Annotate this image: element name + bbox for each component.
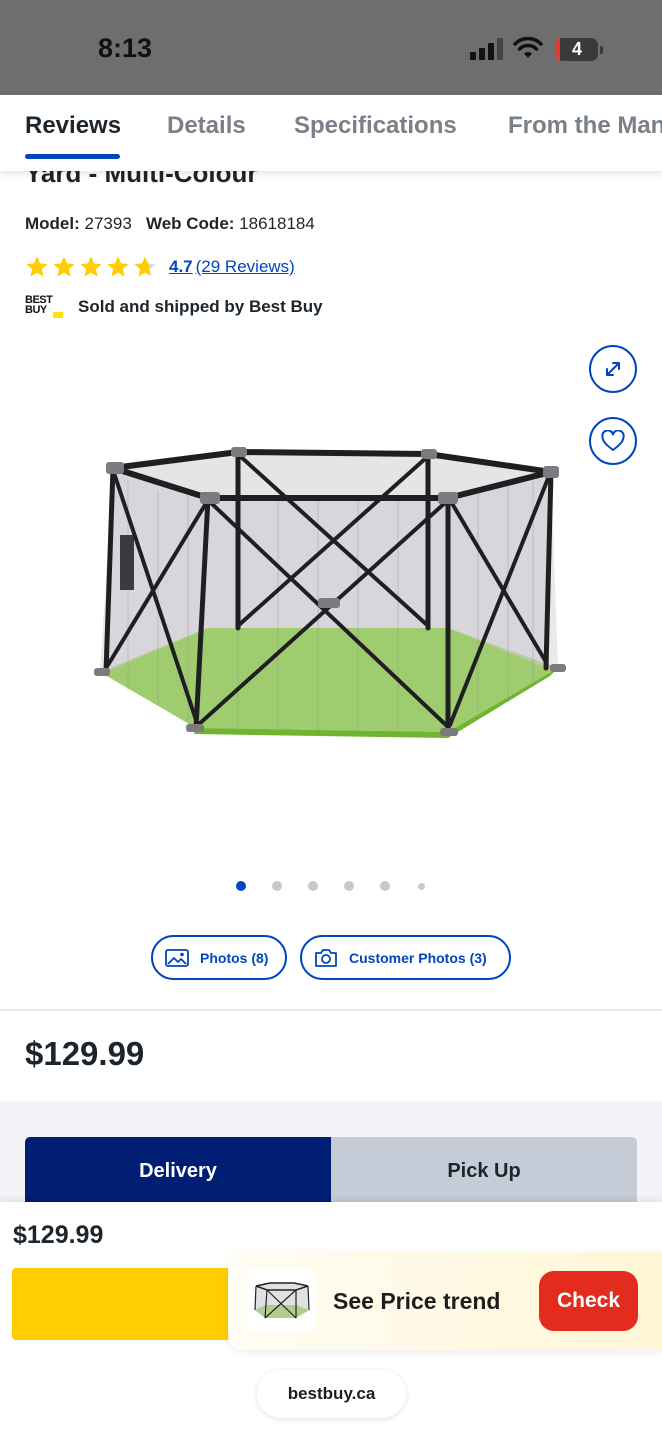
- tab-details[interactable]: Details: [167, 112, 246, 140]
- star-icon: [107, 256, 129, 277]
- rating-row[interactable]: 4.7 (29 Reviews): [25, 254, 295, 280]
- photos-button-label: Photos (8): [200, 949, 269, 966]
- product-page: 8:13 4 Yard - Multi-Colour Reviews Detai…: [0, 0, 662, 1440]
- carousel-dot[interactable]: [272, 881, 282, 891]
- customer-photos-button-label: Customer Photos (3): [349, 949, 487, 966]
- section-divider: [0, 1009, 662, 1011]
- sticky-price: $129.99: [13, 1221, 104, 1249]
- save-favorite-button[interactable]: [589, 417, 637, 465]
- tab-reviews[interactable]: Reviews: [25, 112, 121, 140]
- best-buy-logo: BEST BUY: [25, 294, 65, 320]
- battery-level: 4: [571, 39, 582, 59]
- status-time: 8:13: [98, 33, 153, 63]
- star-half-icon: [134, 256, 156, 277]
- pickup-tab[interactable]: Pick Up: [331, 1137, 637, 1205]
- product-price: $129.99: [25, 1035, 145, 1072]
- price-trend-text: See Price trend: [333, 1288, 501, 1314]
- battery-icon: 4: [556, 38, 603, 61]
- browser-url-bar[interactable]: bestbuy.ca: [257, 1370, 406, 1418]
- status-bar: 8:13 4: [0, 0, 662, 95]
- model-label: Model:: [25, 214, 80, 233]
- web-code-label: Web Code:: [145, 214, 235, 233]
- section-tabs: Reviews Details Specifications From the …: [0, 95, 662, 171]
- image-carousel-dots: [0, 880, 662, 892]
- image-icon: [165, 948, 189, 967]
- star-icon: [80, 256, 102, 277]
- camera-icon: [315, 948, 337, 967]
- expand-image-button[interactable]: [589, 345, 637, 393]
- check-price-button[interactable]: Check: [539, 1271, 638, 1331]
- wifi-icon: [513, 36, 543, 58]
- review-count-link[interactable]: (29 Reviews): [196, 257, 295, 277]
- customer-photos-button[interactable]: Customer Photos (3): [300, 935, 511, 980]
- tab-from-the-manufacturer[interactable]: From the Man: [508, 112, 662, 140]
- rating-value[interactable]: 4.7: [169, 257, 193, 277]
- star-icon: [26, 256, 48, 277]
- carousel-dot[interactable]: [418, 883, 425, 890]
- photos-button[interactable]: Photos (8): [151, 935, 287, 980]
- product-thumbnail: [248, 1268, 315, 1332]
- delivery-tab[interactable]: Delivery: [25, 1137, 331, 1205]
- carousel-dot[interactable]: [308, 881, 318, 891]
- heart-icon: [601, 430, 625, 451]
- product-codes: Model: 27393 Web Code: 18618184: [25, 214, 315, 234]
- carousel-dot[interactable]: [380, 881, 390, 891]
- active-tab-indicator: [25, 154, 120, 159]
- price-trend-popup: See Price trend Check: [228, 1252, 662, 1350]
- star-icon: [53, 256, 75, 277]
- web-code-value: 18618184: [239, 214, 315, 233]
- carousel-dot[interactable]: [344, 881, 354, 891]
- tab-specifications[interactable]: Specifications: [294, 112, 457, 140]
- seller-text: Sold and shipped by Best Buy: [78, 297, 323, 316]
- product-image[interactable]: [88, 440, 573, 740]
- model-value: 27393: [84, 214, 132, 233]
- seller-row: BEST BUY Sold and shipped by Best Buy: [25, 294, 323, 320]
- carousel-dot[interactable]: [236, 881, 246, 891]
- cellular-signal-icon: [470, 38, 504, 60]
- expand-icon: [606, 362, 620, 376]
